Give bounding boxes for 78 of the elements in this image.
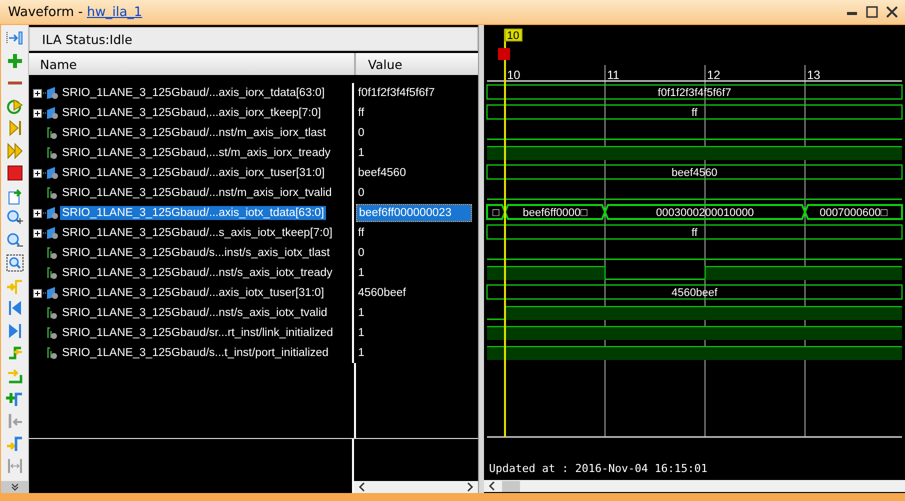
overflow-icon[interactable] (10, 483, 20, 491)
maximize-icon[interactable] (865, 5, 879, 19)
signal-name[interactable]: SRIO_1LANE_3_125Gbaud/...nst/m_axis_iorx_tvalid (60, 186, 334, 200)
bus-value: beef6ff0000□ (522, 207, 588, 219)
signal-name[interactable]: SRIO_1LANE_3_125Gbaud/...axis_iotx_tuser[31:0] (60, 286, 326, 300)
signal-value: 1 (357, 306, 366, 321)
signal-name[interactable]: SRIO_1LANE_3_125Gbaud/...nst/s_axis_iotx_tready (60, 266, 334, 280)
signal-value: 4560beef (357, 286, 407, 301)
bus-signal-icon (43, 106, 59, 120)
expand-box-icon[interactable] (33, 228, 42, 238)
signal-name[interactable]: SRIO_1LANE_3_125Gbaud,...axis_iorx_tkeep[7:0] (60, 106, 323, 120)
signal-value: f0f1f2f3f4f5f6f7 (357, 86, 436, 101)
fast-forward-icon[interactable] (6, 142, 24, 160)
signal-value: 0 (357, 246, 366, 261)
expand-box-icon[interactable] (33, 88, 42, 98)
signal-value: ff (357, 226, 366, 241)
signal-name[interactable]: SRIO_1LANE_3_125Gbaud/...axis_iorx_tdata[63:0] (60, 86, 327, 100)
signal-value: ff (357, 106, 366, 121)
column-header[interactable]: Name (29, 53, 356, 75)
cursor-line[interactable] (504, 29, 506, 437)
zoom-fit-icon[interactable] (6, 254, 24, 272)
signal-name[interactable]: SRIO_1LANE_3_125Gbaud/...axis_iorx_tuser[31:0] (60, 166, 327, 180)
expand-box-icon[interactable] (33, 208, 42, 218)
signal-value: 1 (357, 146, 366, 161)
signal-value: 0 (357, 126, 366, 141)
bus-signal-icon (43, 166, 59, 180)
bus-value: 0007000600□ (820, 207, 888, 219)
signal-name[interactable]: SRIO_1LANE_3_125Gbaud,...st/m_axis_iorx_tready (60, 146, 332, 160)
stop-icon[interactable] (6, 164, 24, 182)
signal-name[interactable]: SRIO_1LANE_3_125Gbaud/...nst/m_axis_iorx_tlast (60, 126, 328, 140)
signal-name[interactable]: SRIO_1LANE_3_125Gbaud/...s_axis_iotx_tkeep[7:0] (60, 226, 334, 240)
signal-name[interactable]: SRIO_1LANE_3_125Gbaud/s...t_inst/port_initialized (60, 346, 331, 360)
play-cycle-icon[interactable] (6, 96, 24, 114)
update-time: Updated at : 2016-Nov-04 16:15:01 (489, 462, 708, 475)
trigger-marker-icon (498, 48, 510, 60)
signal-name[interactable]: SRIO_1LANE_3_125Gbaud/s...inst/s_axis_iotx_tlast (60, 246, 332, 260)
marker-forward-icon[interactable] (6, 434, 24, 452)
signal-name[interactable]: SRIO_1LANE_3_125Gbaud/sr...rt_inst/link_initialized (60, 326, 336, 340)
column-header[interactable]: Value (356, 53, 478, 75)
signal-value: 0 (357, 186, 366, 201)
time-label: 13 (807, 68, 820, 82)
bus-value: ff (692, 107, 698, 119)
signal-name[interactable]: SRIO_1LANE_3_125Gbaud/...nst/s_axis_iotx_tvalid (60, 306, 330, 320)
bus-value: □ (492, 207, 500, 219)
edge-forward-icon[interactable] (6, 366, 24, 384)
ila-status: ILA Status:Idle (29, 27, 478, 51)
signal-value: 1 (357, 266, 366, 281)
scrollbar[interactable] (354, 481, 478, 493)
scroll-left-icon[interactable] (358, 482, 366, 492)
bus-signal-icon (43, 226, 59, 240)
close-icon[interactable] (885, 5, 899, 19)
zoom-in-icon[interactable] (6, 209, 24, 227)
window-title: Waveform - (8, 4, 83, 20)
signal-value: beef6ff000000023 (356, 204, 472, 222)
window-link[interactable]: hw_ila_1 (86, 4, 142, 20)
zoom-out-icon[interactable] (6, 232, 24, 250)
bus-signal-icon (43, 206, 59, 220)
signal-value: 1 (357, 346, 366, 361)
scroll-left-icon[interactable] (488, 481, 496, 491)
cursor-marker[interactable]: 10 (504, 28, 522, 42)
time-label: 12 (707, 68, 720, 82)
signal-name[interactable]: SRIO_1LANE_3_125Gbaud/...axis_iotx_tdata[63:0] (60, 206, 326, 220)
scroll-thumb[interactable] (502, 480, 520, 492)
export-icon[interactable] (6, 186, 24, 204)
scroll-right-icon[interactable] (466, 482, 474, 492)
signal-value: 1 (357, 326, 366, 341)
time-label: 10 (507, 68, 520, 82)
bus-value: ff (692, 227, 698, 239)
expand-box-icon[interactable] (33, 168, 42, 178)
time-label: 11 (607, 68, 620, 82)
signal-value: beef4560 (357, 166, 407, 181)
scrollbar[interactable] (484, 480, 905, 492)
expand-box-icon[interactable] (33, 288, 42, 298)
plus-icon[interactable] (6, 52, 24, 70)
collapse-icon[interactable] (6, 29, 24, 47)
bus-signal-icon (43, 286, 59, 300)
expand-box-icon[interactable] (33, 108, 42, 118)
bus-signal-icon (43, 86, 59, 100)
